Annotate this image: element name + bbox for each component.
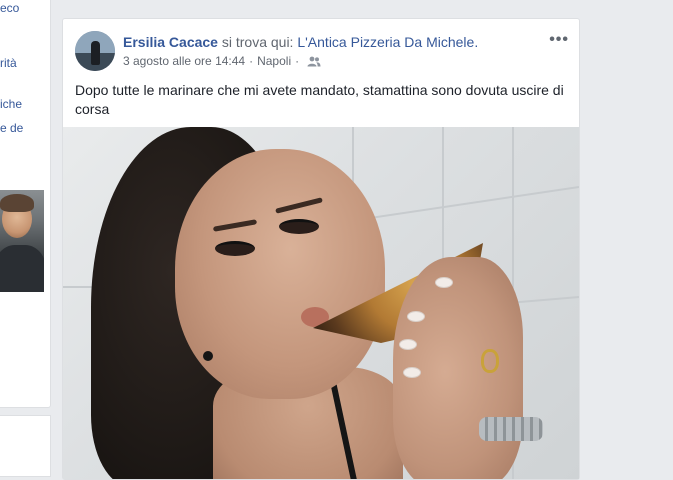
- feed-post: Ersilia Cacace si trova qui: L'Antica Pi…: [62, 18, 580, 480]
- post-photo[interactable]: [63, 127, 579, 479]
- post-meta: 3 agosto alle ore 14:44 · Napoli ·: [123, 54, 321, 68]
- meta-separator: ·: [295, 54, 300, 68]
- sidebar-text-fragment[interactable]: e de: [0, 121, 23, 135]
- friends-icon[interactable]: [307, 56, 321, 67]
- sidebar-text-fragment[interactable]: eco: [0, 1, 19, 15]
- author-name-link[interactable]: Ersilia Cacace: [123, 34, 218, 50]
- post-timestamp-link[interactable]: 3 agosto alle ore 14:44: [123, 54, 245, 68]
- sidebar-text-fragment[interactable]: iche: [0, 97, 22, 111]
- author-avatar[interactable]: [75, 31, 115, 71]
- sidebar-text-fragment[interactable]: rità: [0, 56, 17, 70]
- meta-separator: ·: [249, 54, 254, 68]
- place-link[interactable]: L'Antica Pizzeria Da Michele.: [297, 34, 478, 50]
- sidebar-photo-thumbnail[interactable]: [0, 190, 44, 292]
- left-sidebar-lower-card: [0, 415, 51, 477]
- post-header: Ersilia Cacace si trova qui: L'Antica Pi…: [123, 34, 478, 50]
- post-message: Dopo tutte le marinare che mi avete mand…: [75, 82, 564, 117]
- checkin-verb: si trova qui:: [221, 34, 294, 50]
- more-options-button[interactable]: •••: [549, 31, 569, 49]
- left-sidebar: eco rità iche e de: [0, 0, 51, 408]
- post-location-link[interactable]: Napoli: [257, 54, 291, 68]
